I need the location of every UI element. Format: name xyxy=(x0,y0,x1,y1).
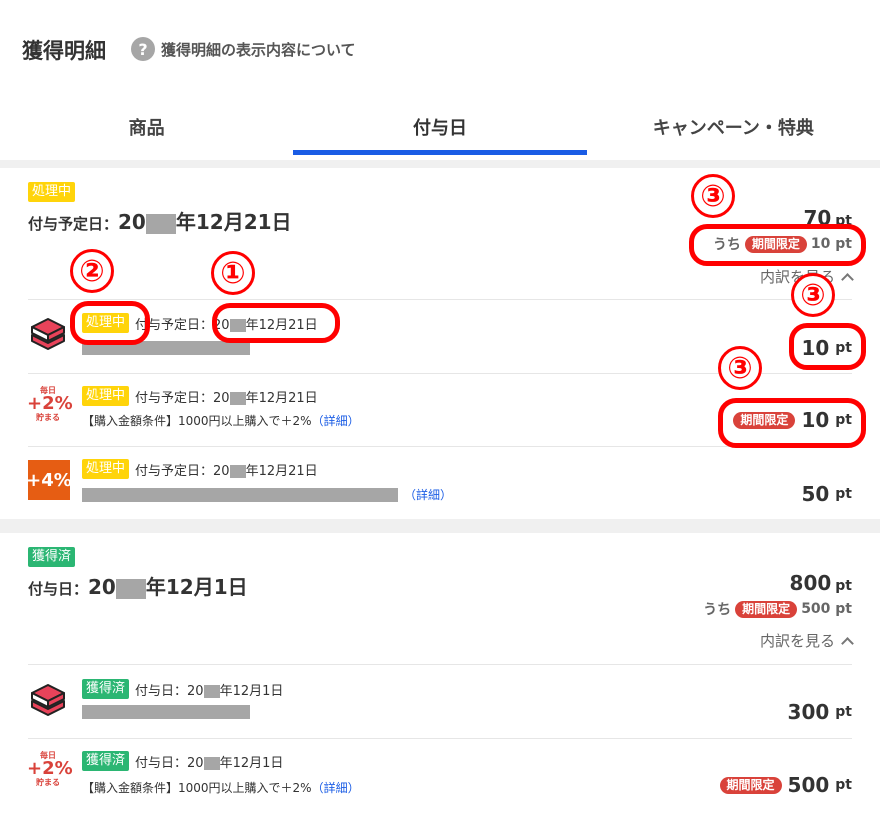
masked-product-name xyxy=(82,705,250,719)
item-points: 期間限定 500 pt xyxy=(719,773,852,797)
masked-year xyxy=(145,213,176,234)
chevron-up-icon xyxy=(841,272,854,286)
annotation-number-three: ③ xyxy=(691,174,735,218)
annotation-number-three: ③ xyxy=(718,346,762,390)
detail-link[interactable]: （詳細） xyxy=(312,414,360,428)
status-badge: 処理中 xyxy=(82,386,130,406)
annotation-box-group-limited xyxy=(689,224,866,266)
group-date: 付与予定日：20 年12月21日 xyxy=(28,210,292,234)
status-badge: 獲得済 xyxy=(28,547,76,567)
help-text: 獲得明細の表示内容について xyxy=(161,40,356,59)
tab-campaign[interactable]: キャンペーン・特典 xyxy=(587,100,880,155)
tab-grant-date[interactable]: 付与日 xyxy=(293,100,587,155)
item-description: 【購入金額条件】1000円以上購入で＋2%（詳細） xyxy=(82,414,360,428)
group-date: 付与日：20 年12月1日 xyxy=(28,575,248,599)
book-icon xyxy=(31,684,65,716)
book-icon xyxy=(31,318,65,350)
chevron-up-icon xyxy=(841,636,854,650)
limited-badge: 期間限定 xyxy=(719,776,782,794)
status-badge: 獲得済 xyxy=(82,751,130,771)
annotation-number-two: ② xyxy=(70,249,114,293)
item-description: （詳細） xyxy=(82,486,452,503)
status-badge: 処理中 xyxy=(82,459,130,479)
page-title: 獲得明細 xyxy=(22,39,106,63)
masked-campaign-name xyxy=(82,487,398,502)
plus2-percent-icon: 毎日 +2% 貯まる xyxy=(27,386,73,422)
divider xyxy=(28,299,852,300)
detail-link[interactable]: （詳細） xyxy=(312,781,360,795)
limited-badge: 期間限定 xyxy=(735,600,798,618)
item-status-line: 処理中 付与予定日：20 年12月21日 xyxy=(82,459,318,479)
item-status-line: 獲得済 付与日：20 年12月1日 xyxy=(82,679,283,699)
annotation-number-one: ① xyxy=(211,251,255,295)
tab-bar: 商品 付与日 キャンペーン・特典 xyxy=(0,100,880,155)
group-total-points: 800 pt xyxy=(789,571,852,595)
annotation-box-date xyxy=(212,303,340,343)
item-status-line: 処理中 付与予定日：20 年12月21日 xyxy=(82,386,318,406)
plus2-percent-icon: 毎日 +2% 貯まる xyxy=(27,751,73,787)
group-limited-points: うち 期間限定 500 pt xyxy=(703,600,852,618)
item-points: 50 pt xyxy=(801,482,852,506)
grant-group-earned: 獲得済 付与日：20 年12月1日 800 pt うち 期間限定 500 pt 内訳… xyxy=(0,533,880,813)
annotation-box-item-points xyxy=(789,323,866,370)
status-badge: 処理中 xyxy=(28,182,76,202)
question-icon: ? xyxy=(131,37,155,61)
tab-product[interactable]: 商品 xyxy=(0,100,293,155)
detail-link[interactable]: （詳細） xyxy=(404,486,452,503)
divider xyxy=(28,664,852,665)
status-badge: 獲得済 xyxy=(82,679,130,699)
plus4-percent-icon: +4% xyxy=(26,460,72,500)
item-status-line: 獲得済 付与日：20 年12月1日 xyxy=(82,751,283,771)
item-points: 300 pt xyxy=(787,700,852,724)
annotation-box-status xyxy=(70,301,150,345)
divider xyxy=(28,738,852,739)
breakdown-toggle[interactable]: 内訳を見る xyxy=(760,630,854,651)
item-description: 【購入金額条件】1000円以上購入で＋2%（詳細） xyxy=(82,781,360,795)
header: 獲得明細 ? 獲得明細の表示内容について 商品 付与日 キャンペーン・特典 xyxy=(0,0,880,160)
annotation-number-three: ③ xyxy=(791,273,835,317)
annotation-box-limited-points xyxy=(718,398,866,448)
masked-year xyxy=(115,578,146,599)
help-link[interactable]: ? 獲得明細の表示内容について xyxy=(131,37,356,61)
